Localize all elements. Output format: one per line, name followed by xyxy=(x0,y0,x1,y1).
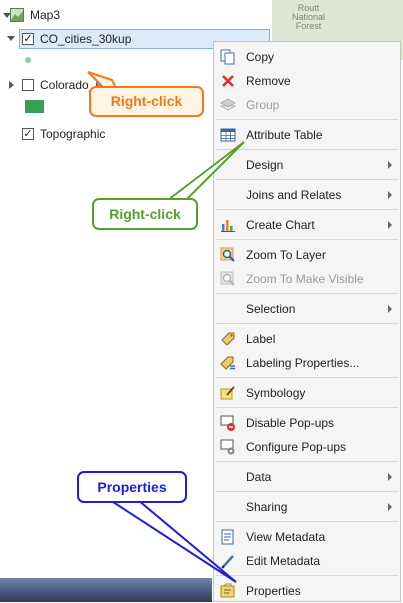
labeling-icon xyxy=(220,356,235,370)
menu-item-label: Remove xyxy=(246,74,291,88)
menu-item-label: Sharing xyxy=(246,500,288,514)
map-icon xyxy=(10,8,24,22)
menu-item-label: Edit Metadata xyxy=(246,554,321,568)
menu-separator xyxy=(216,461,398,462)
copy-icon xyxy=(220,49,235,65)
menu-separator xyxy=(216,521,398,522)
menu-item-label: Design xyxy=(246,158,284,172)
menu-item-data[interactable]: Data xyxy=(214,465,400,489)
menu-item-label: Symbology xyxy=(246,386,306,400)
basemap-label: Routt National Forest xyxy=(292,3,326,31)
label-icon xyxy=(221,332,235,346)
context-menu: Copy Remove Group Attribute Table Design… xyxy=(213,41,401,602)
remove-icon xyxy=(222,75,234,87)
group-icon xyxy=(219,98,237,111)
metadata-view-icon xyxy=(221,529,234,545)
menu-separator xyxy=(216,149,398,150)
menu-item-view-metadata[interactable]: View Metadata xyxy=(214,525,400,549)
menu-item-label: Group xyxy=(246,98,280,112)
submenu-arrow-icon xyxy=(388,191,392,199)
table-icon xyxy=(220,128,236,142)
menu-item-edit-metadata[interactable]: Edit Metadata xyxy=(214,549,400,573)
menu-separator xyxy=(216,179,398,180)
menu-item-attribute-table[interactable]: Attribute Table xyxy=(214,123,400,147)
submenu-arrow-icon xyxy=(388,503,392,511)
menu-separator xyxy=(216,377,398,378)
menu-item-selection[interactable]: Selection xyxy=(214,297,400,321)
menu-item-remove[interactable]: Remove xyxy=(214,69,400,93)
collapse-triangle-icon[interactable] xyxy=(7,36,15,41)
menu-item-label: View Metadata xyxy=(246,530,326,544)
submenu-arrow-icon xyxy=(388,221,392,229)
menu-item-copy[interactable]: Copy xyxy=(214,45,400,69)
callout-right-click-menu: Right-click xyxy=(92,198,198,230)
menu-separator xyxy=(216,575,398,576)
layer-visibility-checkbox[interactable]: ✓ xyxy=(22,33,34,45)
menu-item-design[interactable]: Design xyxy=(214,153,400,177)
properties-icon xyxy=(220,583,235,598)
menu-item-label[interactable]: Label xyxy=(214,327,400,351)
submenu-arrow-icon xyxy=(388,473,392,481)
metadata-edit-icon xyxy=(221,555,234,569)
menu-item-sharing[interactable]: Sharing xyxy=(214,495,400,519)
menu-item-label: Attribute Table xyxy=(246,128,323,142)
menu-item-create-chart[interactable]: Create Chart xyxy=(214,213,400,237)
menu-separator xyxy=(216,323,398,324)
layer-name[interactable]: Topographic xyxy=(40,127,105,141)
map-name[interactable]: Map3 xyxy=(30,8,60,22)
menu-item-label: Selection xyxy=(246,302,296,316)
zoom-icon xyxy=(220,247,235,262)
menu-separator xyxy=(216,119,398,120)
popup-disable-icon xyxy=(220,415,235,431)
point-symbol xyxy=(25,57,31,63)
menu-item-label: Labeling Properties... xyxy=(246,356,360,370)
menu-item-label: Disable Pop-ups xyxy=(246,416,335,430)
menu-item-symbology[interactable]: Symbology xyxy=(214,381,400,405)
chart-icon xyxy=(221,220,235,232)
menu-item-label: Zoom To Make Visible xyxy=(246,272,364,286)
layer-name[interactable]: CO_cities_30kup xyxy=(40,32,131,46)
menu-item-label: Copy xyxy=(246,50,275,64)
menu-item-label: Configure Pop-ups xyxy=(246,440,347,454)
polygon-symbol xyxy=(25,100,44,113)
layer-visibility-checkbox[interactable] xyxy=(22,79,34,91)
callout-right-click-layer: Right-click xyxy=(89,86,204,117)
menu-item-zoom-to-make-visible: Zoom To Make Visible xyxy=(214,267,400,291)
background-image xyxy=(0,578,212,602)
menu-item-label: Zoom To Layer xyxy=(246,248,326,262)
menu-item-properties[interactable]: Properties xyxy=(214,579,400,603)
menu-item-joins-and-relates[interactable]: Joins and Relates xyxy=(214,183,400,207)
menu-separator xyxy=(216,407,398,408)
expand-triangle-icon[interactable] xyxy=(9,81,14,89)
submenu-arrow-icon xyxy=(388,305,392,313)
menu-separator xyxy=(216,491,398,492)
menu-item-label: Create Chart xyxy=(246,218,315,232)
menu-item-label: Label xyxy=(246,332,276,346)
menu-separator xyxy=(216,293,398,294)
menu-separator xyxy=(216,209,398,210)
menu-item-label: Joins and Relates xyxy=(246,188,342,202)
zoom-visible-icon xyxy=(220,271,235,286)
menu-separator xyxy=(216,239,398,240)
menu-item-label: Properties xyxy=(246,584,301,598)
menu-item-label: Data xyxy=(246,470,272,484)
menu-item-zoom-to-layer[interactable]: Zoom To Layer xyxy=(214,243,400,267)
popup-config-icon xyxy=(220,439,235,455)
menu-item-disable-popups[interactable]: Disable Pop-ups xyxy=(214,411,400,435)
layer-visibility-checkbox[interactable]: ✓ xyxy=(22,128,34,140)
submenu-arrow-icon xyxy=(388,161,392,169)
symbology-icon xyxy=(220,386,235,400)
menu-item-labeling-properties[interactable]: Labeling Properties... xyxy=(214,351,400,375)
menu-item-configure-popups[interactable]: Configure Pop-ups xyxy=(214,435,400,459)
menu-item-group: Group xyxy=(214,93,400,117)
callout-properties: Properties xyxy=(77,471,187,503)
